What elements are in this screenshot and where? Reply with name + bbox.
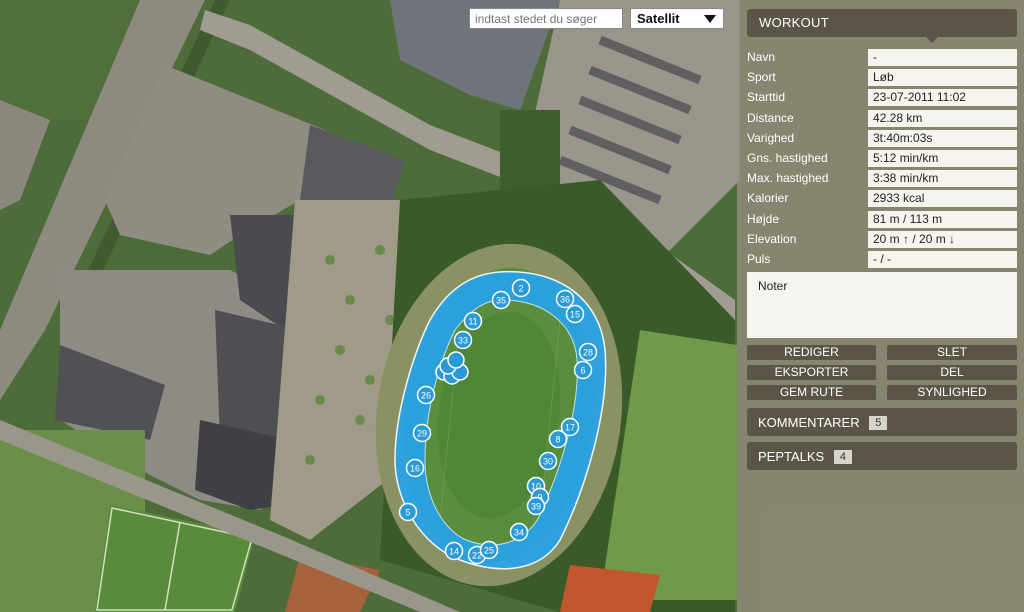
edit-button[interactable]: REDIGER [747, 345, 876, 360]
route-marker-label: 16 [410, 464, 420, 474]
detail-value: 3t:40m:03s [868, 129, 1017, 147]
detail-row-pulse: Puls - / - [747, 250, 1017, 270]
route-marker[interactable]: 30 [538, 451, 558, 471]
route-marker-label: 11 [468, 317, 477, 327]
route-marker[interactable]: 34 [509, 522, 529, 542]
detail-label: Gns. hastighed [747, 150, 828, 165]
detail-row-sport: Sport Løb [747, 68, 1017, 88]
detail-label: Starttid [747, 90, 786, 105]
detail-label: Varighed [747, 130, 795, 145]
route-marker-label: 28 [583, 348, 593, 358]
detail-label: Navn [747, 50, 776, 64]
detail-row-height: Højde 81 m / 113 m [747, 210, 1017, 230]
route-marker[interactable]: 25 [479, 540, 499, 560]
workout-header: WORKOUT [747, 9, 1017, 43]
route-marker-label: 5 [405, 508, 410, 518]
route-marker-label: 39 [531, 502, 541, 512]
route-marker[interactable]: 15 [565, 304, 585, 324]
detail-value: 2933 kcal [868, 190, 1017, 208]
detail-label: Max. hastighed [747, 171, 829, 186]
detail-value: 81 m / 113 m [868, 210, 1017, 228]
chevron-down-icon [704, 15, 716, 23]
detail-value: - [868, 49, 1017, 66]
route-marker-label: 6 [580, 366, 585, 376]
detail-value: Løb [868, 69, 1017, 87]
workout-details: Navn - Sport Løb Starttid 23-07-2011 11:… [747, 48, 1017, 270]
route-marker-label: 33 [458, 336, 468, 346]
map-type-select[interactable]: Satellit [630, 8, 724, 29]
detail-row-calories: Kalorier 2933 kcal [747, 189, 1017, 209]
detail-label: Distance [747, 110, 794, 125]
route-marker[interactable]: 11 [463, 311, 483, 331]
detail-value: 3:38 min/km [868, 170, 1017, 188]
route-marker-label: 36 [560, 295, 570, 305]
route-marker-label: 26 [421, 391, 431, 401]
route-marker[interactable]: 8 [548, 429, 568, 449]
notes-box[interactable]: Noter [747, 272, 1017, 338]
peptalks-section[interactable]: PEPTALKS 4 [747, 442, 1017, 470]
workout-title: WORKOUT [759, 15, 829, 30]
peptalks-count-badge: 4 [833, 450, 852, 464]
route-marker[interactable]: 26 [416, 385, 436, 405]
comments-section[interactable]: KOMMENTARER 5 [747, 408, 1017, 436]
detail-row-name: Navn - [747, 48, 1017, 68]
detail-value: 20 m ↑ / 20 m ↓ [868, 230, 1017, 248]
detail-row-max-speed: Max. hastighed 3:38 min/km [747, 169, 1017, 189]
peptalks-label: PEPTALKS [758, 449, 825, 464]
detail-row-start-time: Starttid 23-07-2011 11:02 [747, 88, 1017, 108]
export-button[interactable]: EKSPORTER [747, 365, 876, 380]
route-marker[interactable]: 14 [444, 541, 464, 561]
map-type-value: Satellit [637, 11, 680, 26]
route-marker-label: 14 [449, 547, 459, 557]
route-marker-label: 34 [514, 528, 524, 538]
share-button[interactable]: DEL [887, 365, 1017, 380]
detail-label: Puls [747, 251, 771, 266]
route-marker-label: 29 [417, 429, 427, 439]
delete-button[interactable]: SLET [887, 345, 1017, 360]
detail-label: Sport [747, 70, 776, 85]
detail-value: - / - [868, 250, 1017, 268]
detail-label: Kalorier [747, 191, 789, 206]
route-marker[interactable]: 39 [526, 496, 546, 516]
detail-row-duration: Varighed 3t:40m:03s [747, 129, 1017, 149]
route-marker-cluster[interactable] [447, 351, 465, 369]
notes-label: Noter [758, 279, 788, 293]
route-marker-label: 8 [555, 435, 560, 445]
comments-count-badge: 5 [869, 416, 888, 430]
detail-row-avg-speed: Gns. hastighed 5:12 min/km [747, 149, 1017, 169]
detail-value: 5:12 min/km [868, 149, 1017, 167]
route-marker[interactable]: 33 [453, 330, 473, 350]
visibility-button[interactable]: SYNLIGHED [887, 385, 1017, 400]
detail-row-distance: Distance 42.28 km [747, 109, 1017, 129]
save-route-button[interactable]: GEM RUTE [747, 385, 876, 400]
detail-row-elevation: Elevation 20 m ↑ / 20 m ↓ [747, 230, 1017, 250]
route-marker[interactable]: 6 [573, 360, 593, 380]
route-marker-label: 25 [484, 546, 494, 556]
route-marker[interactable]: 16 [405, 458, 425, 478]
detail-value: 42.28 km [868, 109, 1017, 127]
route-marker[interactable]: 36 [555, 289, 575, 309]
route-marker-label: 15 [570, 310, 580, 320]
route-marker-label: 35 [496, 296, 506, 306]
route-marker-label: 2 [518, 284, 523, 294]
detail-label: Elevation [747, 231, 797, 246]
route-marker[interactable]: 2 [511, 278, 531, 298]
route-marker[interactable]: 29 [412, 423, 432, 443]
detail-label: Højde [747, 211, 780, 226]
route-marker[interactable]: 35 [491, 290, 511, 310]
location-search-input[interactable] [469, 8, 623, 29]
comments-label: KOMMENTARER [758, 415, 860, 430]
route-marker-label: 17 [565, 423, 575, 433]
route-marker-label: 30 [543, 457, 553, 467]
header-notch [925, 36, 939, 43]
route-marker[interactable]: 28 [578, 342, 598, 362]
route-marker[interactable]: 5 [398, 502, 418, 522]
detail-value: 23-07-2011 11:02 [868, 89, 1017, 107]
